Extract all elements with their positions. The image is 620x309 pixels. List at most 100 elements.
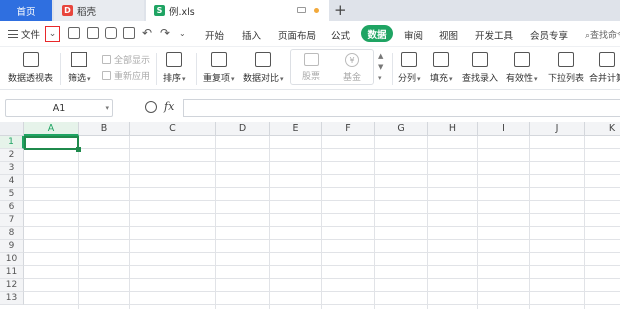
spreadsheet-icon: S (154, 5, 165, 16)
row-gridline (24, 239, 620, 240)
column-header-j[interactable]: J (530, 122, 585, 136)
search-command-label: 查找命令 (590, 31, 620, 41)
daoke-icon: D (62, 5, 73, 16)
spreadsheet-grid[interactable]: ABCDEFGHIJK 1 2 3 4 5 6 7 8 9 10 11 12 13 (0, 122, 620, 309)
data-compare-icon (255, 52, 272, 67)
customize-quick-access-icon[interactable]: ⌄ (179, 29, 186, 38)
row-header-7[interactable]: 7 (0, 214, 24, 227)
zoom-icon[interactable] (145, 101, 157, 113)
row-header-13[interactable]: 13 (0, 292, 24, 305)
undo-icon[interactable]: ↶ (142, 26, 152, 40)
stock-button[interactable]: 股票 (302, 53, 320, 82)
row-header-3[interactable]: 3 (0, 162, 24, 175)
row-header-2[interactable]: 2 (0, 149, 24, 162)
fund-button[interactable]: ¥ 基金 (343, 53, 361, 83)
row-gridline (24, 226, 620, 227)
tab-daoke-label: 稻壳 (77, 6, 97, 18)
column-header-h[interactable]: H (428, 122, 478, 136)
redo-icon[interactable]: ↷ (160, 26, 170, 40)
select-all-corner[interactable] (0, 122, 24, 136)
stock-chart-icon (303, 53, 319, 66)
duplicates-label: 重复项▾ (203, 74, 235, 84)
data-compare-button[interactable]: 数据对比▾ (243, 47, 284, 84)
fund-label: 基金 (343, 73, 362, 83)
column-header-e[interactable]: E (270, 122, 322, 136)
filter-button[interactable]: 筛选▾ (68, 47, 91, 84)
menu-member[interactable]: 会员专享 (530, 28, 568, 42)
fx-button[interactable]: fx (164, 100, 174, 113)
row-header-10[interactable]: 10 (0, 253, 24, 266)
menu-review[interactable]: 审阅 (404, 28, 423, 42)
menu-data[interactable]: 数据 (361, 25, 393, 42)
formula-input[interactable] (183, 99, 620, 117)
row-gridline (24, 148, 620, 149)
yen-icon: ¥ (345, 53, 359, 67)
menu-insert[interactable]: 插入 (242, 28, 261, 42)
filter-icon (71, 52, 88, 67)
consolidate-icon (599, 52, 615, 67)
row-gridline (24, 278, 620, 279)
fill-button[interactable]: 填充▾ (430, 47, 453, 84)
file-dropdown-button[interactable]: ⌄ (45, 26, 60, 42)
tab-daoke[interactable]: D 稻壳 (54, 0, 144, 21)
new-tab-button[interactable]: + (334, 1, 347, 19)
menu-developer[interactable]: 开发工具 (475, 28, 513, 42)
search-command[interactable]: ⌕查找命令 (585, 28, 620, 41)
dropdown-list-button[interactable]: 下拉列表 (548, 47, 584, 84)
row-header-6[interactable]: 6 (0, 201, 24, 214)
monitor-icon[interactable] (297, 7, 306, 13)
row-header-5[interactable]: 5 (0, 188, 24, 201)
row-gridline (24, 265, 620, 266)
name-box-value: A1 (52, 102, 66, 114)
name-box[interactable]: A1 ▾ (5, 99, 113, 117)
column-header-g[interactable]: G (375, 122, 428, 136)
chevron-down-icon[interactable]: ▾ (105, 104, 109, 112)
column-header-k[interactable]: K (585, 122, 620, 136)
tab-bar: 首页 D 稻壳 S 例.xls + (0, 0, 620, 21)
column-header-f[interactable]: F (322, 122, 375, 136)
stock-label: 股票 (302, 72, 321, 82)
print-preview-icon[interactable] (123, 27, 135, 39)
row-header-8[interactable]: 8 (0, 227, 24, 240)
column-header-a[interactable]: A (24, 122, 79, 136)
sort-button[interactable]: 排序▾ (163, 47, 186, 84)
row-header-4[interactable]: 4 (0, 175, 24, 188)
column-header-i[interactable]: I (478, 122, 530, 136)
validity-button[interactable]: 有效性▾ (506, 47, 538, 84)
sort-label: 排序▾ (163, 74, 186, 84)
ribbon-scroll-arrows[interactable]: ▲ ▼ ▾ (378, 51, 383, 84)
menu-view[interactable]: 视图 (439, 28, 458, 42)
show-all-icon (102, 55, 111, 64)
menu-bar: 文件 ⌄ ↶ ↷ ⌄ 开始 插入 页面布局 公式 数据 审阅 视图 开发工具 会… (0, 21, 620, 47)
row-gridline (24, 187, 620, 188)
column-header-c[interactable]: C (130, 122, 216, 136)
save-icon[interactable] (68, 27, 80, 39)
column-header-b[interactable]: B (79, 122, 130, 136)
duplicates-button[interactable]: 重复项▾ (203, 47, 235, 84)
validity-icon (513, 52, 530, 67)
duplicates-icon (210, 52, 227, 67)
active-cell[interactable] (24, 136, 81, 152)
split-column-button[interactable]: 分列▾ (398, 47, 421, 84)
reapply-button[interactable]: 重新应用 (102, 69, 150, 82)
show-all-button[interactable]: 全部显示 (102, 53, 150, 66)
lookup-entry-button[interactable]: 查找录入 (462, 47, 498, 84)
pivot-table-button[interactable]: 数据透视表 (8, 47, 53, 84)
print-icon[interactable] (105, 27, 117, 39)
menu-page-layout[interactable]: 页面布局 (278, 28, 316, 42)
dropdown-list-icon (558, 52, 574, 67)
tab-home[interactable]: 首页 (0, 0, 52, 21)
menu-formula[interactable]: 公式 (331, 28, 350, 42)
fill-label: 填充▾ (430, 74, 453, 84)
column-header-d[interactable]: D (216, 122, 270, 136)
menu-start[interactable]: 开始 (205, 28, 224, 42)
row-header-9[interactable]: 9 (0, 240, 24, 253)
row-header-12[interactable]: 12 (0, 279, 24, 292)
lookup-entry-icon (472, 52, 488, 67)
consolidate-button[interactable]: 合并计算 (589, 47, 620, 84)
file-menu-button[interactable]: 文件 (8, 27, 40, 41)
row-header-1[interactable]: 1 (0, 136, 24, 149)
row-header-11[interactable]: 11 (0, 266, 24, 279)
hamburger-icon (8, 30, 18, 38)
export-pdf-icon[interactable] (87, 27, 99, 39)
